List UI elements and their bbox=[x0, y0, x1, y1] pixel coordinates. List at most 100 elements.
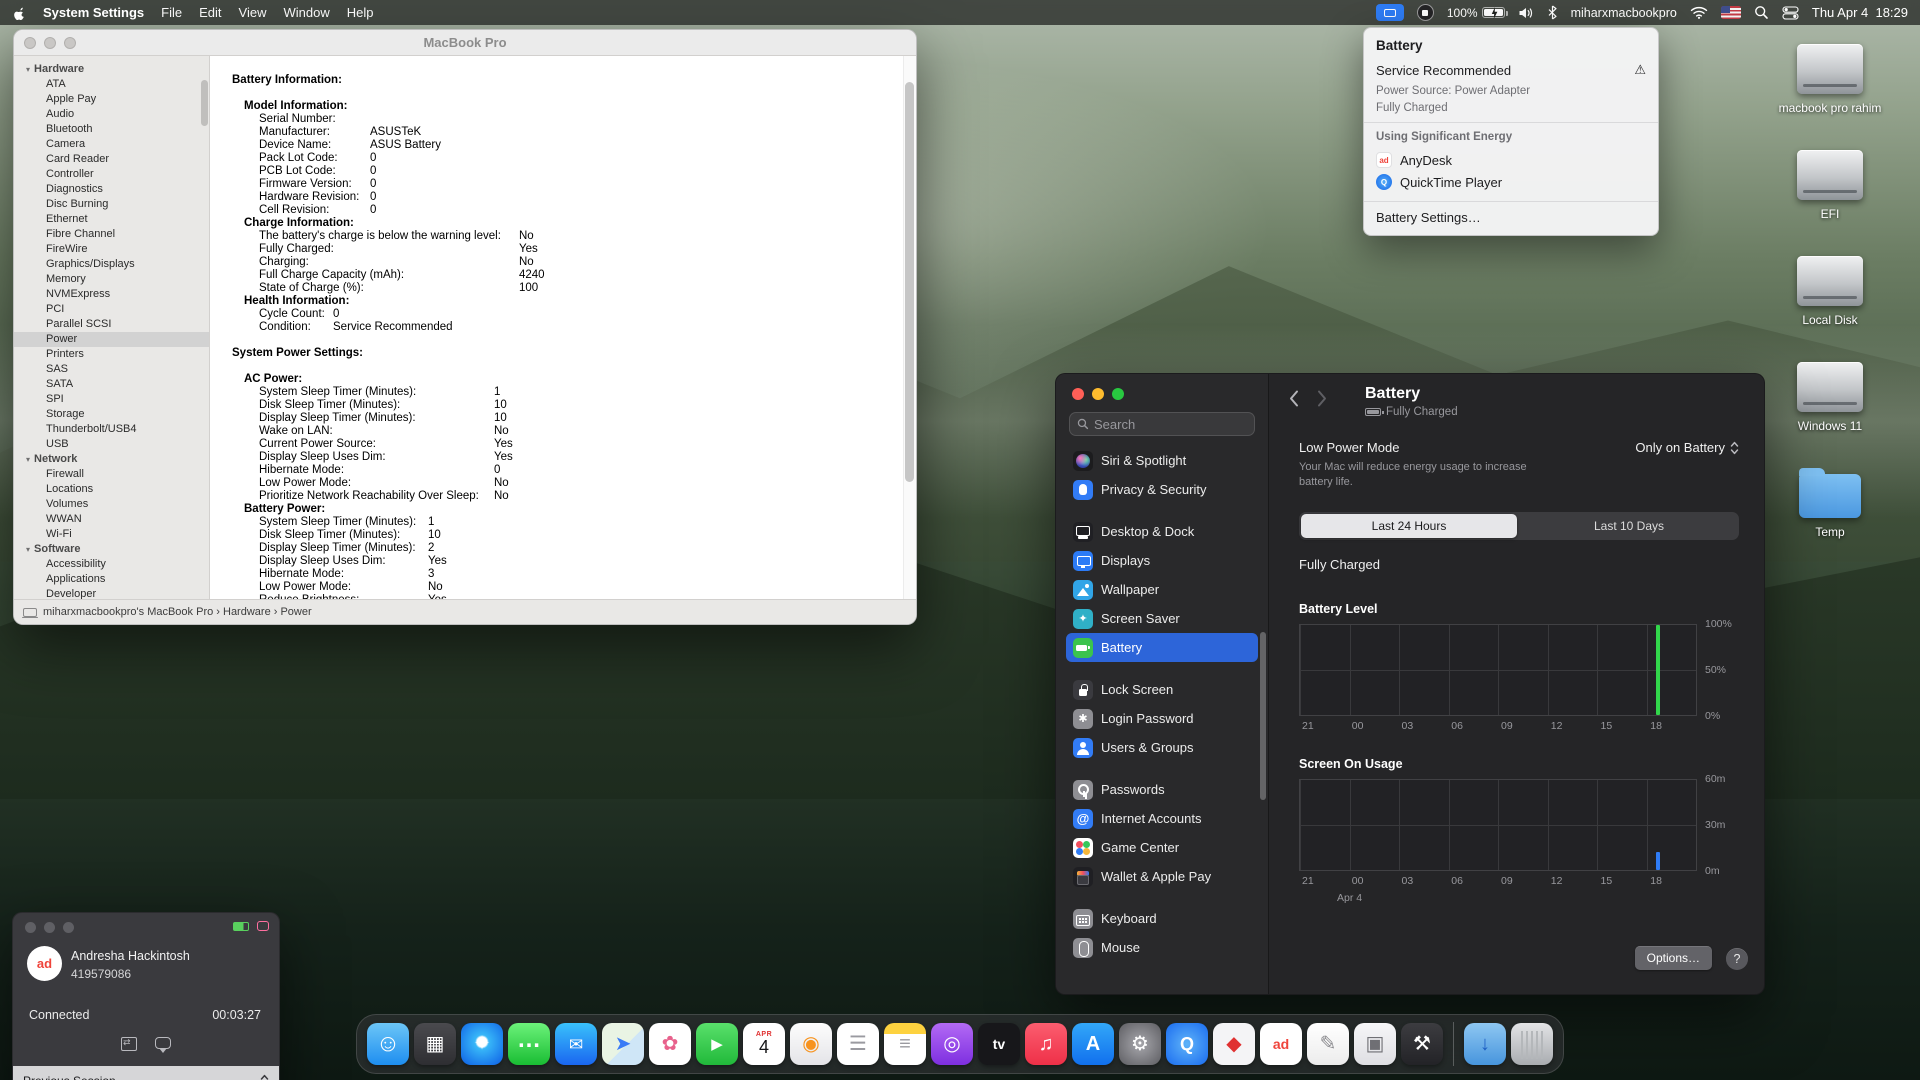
close-button[interactable] bbox=[1072, 388, 1084, 400]
back-button[interactable] bbox=[1289, 390, 1299, 407]
desktop-icon-temp[interactable]: Temp bbox=[1799, 468, 1861, 540]
scrollbar-thumb[interactable] bbox=[905, 82, 914, 482]
sysinfo-item-parallel-scsi[interactable]: Parallel SCSI bbox=[14, 317, 209, 332]
menu-bar-clock[interactable]: Thu Apr 4 18:29 bbox=[1812, 5, 1908, 20]
sysinfo-item-locations[interactable]: Locations bbox=[14, 482, 209, 497]
sysinfo-item-developer[interactable]: Developer bbox=[14, 587, 209, 599]
energy-app-quicktime-player[interactable]: Q QuickTime Player bbox=[1376, 171, 1646, 193]
dock-item-downloads[interactable]: ↓ bbox=[1464, 1023, 1506, 1065]
sysinfo-item-audio[interactable]: Audio bbox=[14, 107, 209, 122]
dock-item-notes[interactable]: ≡ bbox=[884, 1023, 926, 1065]
sysinfo-item-pci[interactable]: PCI bbox=[14, 302, 209, 317]
dock-item-textedit[interactable]: ✎ bbox=[1307, 1023, 1349, 1065]
menubar-menu-window[interactable]: Window bbox=[283, 5, 329, 20]
settings-sidebar-item-screen-saver[interactable]: Screen Saver bbox=[1066, 604, 1258, 633]
sysinfo-titlebar[interactable]: MacBook Pro bbox=[14, 30, 916, 56]
sysinfo-item-usb[interactable]: USB bbox=[14, 437, 209, 452]
dock-item-launchpad[interactable]: ▦ bbox=[414, 1023, 456, 1065]
forward-button[interactable] bbox=[1317, 390, 1327, 407]
options-button[interactable]: Options… bbox=[1634, 946, 1712, 970]
dock-item-photos[interactable]: ✿ bbox=[649, 1023, 691, 1065]
menubar-menu-edit[interactable]: Edit bbox=[199, 5, 221, 20]
settings-sidebar-item-privacy-security[interactable]: Privacy & Security bbox=[1066, 475, 1258, 504]
settings-sidebar-item-passwords[interactable]: Passwords bbox=[1066, 775, 1258, 804]
sysinfo-item-graphics-displays[interactable]: Graphics/Displays bbox=[14, 257, 209, 272]
settings-sidebar-item-displays[interactable]: Displays bbox=[1066, 546, 1258, 575]
sysinfo-item-sas[interactable]: SAS bbox=[14, 362, 209, 377]
dock-item-reminders[interactable]: ☰ bbox=[837, 1023, 879, 1065]
zoom-button[interactable] bbox=[1112, 388, 1124, 400]
sysinfo-item-bluetooth[interactable]: Bluetooth bbox=[14, 122, 209, 137]
hostname-label[interactable]: miharxmacbookpro bbox=[1571, 6, 1677, 20]
sysinfo-item-camera[interactable]: Camera bbox=[14, 137, 209, 152]
sysinfo-item-spi[interactable]: SPI bbox=[14, 392, 209, 407]
apple-logo-icon[interactable] bbox=[12, 5, 26, 21]
settings-sidebar-item-users-groups[interactable]: Users & Groups bbox=[1066, 733, 1258, 762]
sysinfo-item-apple-pay[interactable]: Apple Pay bbox=[14, 92, 209, 107]
sysinfo-item-memory[interactable]: Memory bbox=[14, 272, 209, 287]
sidebar-scrollbar[interactable] bbox=[1260, 632, 1266, 800]
dock-item-mail[interactable]: ✉ bbox=[555, 1023, 597, 1065]
menubar-menu-file[interactable]: File bbox=[161, 5, 182, 20]
dock-item-app-store[interactable]: A bbox=[1072, 1023, 1114, 1065]
sysinfo-item-ata[interactable]: ATA bbox=[14, 77, 209, 92]
dock-item-anydesk[interactable]: ad bbox=[1260, 1023, 1302, 1065]
minimize-button[interactable] bbox=[1092, 388, 1104, 400]
sysinfo-item-fibre-channel[interactable]: Fibre Channel bbox=[14, 227, 209, 242]
sysinfo-item-wwan[interactable]: WWAN bbox=[14, 512, 209, 527]
sysinfo-item-storage[interactable]: Storage bbox=[14, 407, 209, 422]
menubar-menu-help[interactable]: Help bbox=[347, 5, 374, 20]
spotlight-search-icon[interactable] bbox=[1754, 5, 1769, 20]
dock-item-music[interactable]: ♫ bbox=[1025, 1023, 1067, 1065]
file-transfer-icon[interactable] bbox=[121, 1037, 137, 1051]
dock-item-preview[interactable]: ▣ bbox=[1354, 1023, 1396, 1065]
energy-app-anydesk[interactable]: ad AnyDesk bbox=[1376, 149, 1646, 171]
sysinfo-item-diagnostics[interactable]: Diagnostics bbox=[14, 182, 209, 197]
control-center-icon[interactable] bbox=[1782, 5, 1799, 20]
chat-notification-icon[interactable] bbox=[257, 921, 269, 931]
sysinfo-item-thunderbolt-usb4[interactable]: Thunderbolt/USB4 bbox=[14, 422, 209, 437]
dock-item-maps[interactable]: ➤ bbox=[602, 1023, 644, 1065]
battery-settings-menu-item[interactable]: Battery Settings… bbox=[1376, 210, 1646, 225]
desktop-icon-local-disk[interactable]: Local Disk bbox=[1797, 256, 1863, 328]
settings-sidebar-item-game-center[interactable]: Game Center bbox=[1066, 833, 1258, 862]
screen-sharing-indicator[interactable] bbox=[1375, 4, 1404, 21]
dock-item-tv[interactable]: tv bbox=[978, 1023, 1020, 1065]
close-button[interactable] bbox=[25, 922, 36, 933]
input-source-us-flag-icon[interactable] bbox=[1720, 6, 1741, 19]
help-button[interactable]: ? bbox=[1726, 948, 1748, 970]
dock-item-facetime[interactable]: ▶ bbox=[696, 1023, 738, 1065]
desktop-icon-efi[interactable]: EFI bbox=[1797, 150, 1863, 222]
sysinfo-item-accessibility[interactable]: Accessibility bbox=[14, 557, 209, 572]
settings-sidebar-item-keyboard[interactable]: Keyboard bbox=[1066, 904, 1258, 933]
sysinfo-item-power[interactable]: Power bbox=[14, 332, 209, 347]
sysinfo-item-applications[interactable]: Applications bbox=[14, 572, 209, 587]
dock-item-dvd[interactable]: ◆ bbox=[1213, 1023, 1255, 1065]
settings-sidebar-item-login-password[interactable]: Login Password bbox=[1066, 704, 1258, 733]
active-app-name[interactable]: System Settings bbox=[43, 5, 144, 20]
settings-sidebar-item-lock-screen[interactable]: Lock Screen bbox=[1066, 675, 1258, 704]
sysinfo-item-wi-fi[interactable]: Wi-Fi bbox=[14, 527, 209, 542]
session-dropdown[interactable]: Previous Session bbox=[13, 1066, 279, 1080]
desktop-icon-windows-11[interactable]: Windows 11 bbox=[1797, 362, 1863, 434]
tab-last-24-hours[interactable]: Last 24 Hours bbox=[1301, 513, 1517, 538]
sysinfo-item-sata[interactable]: SATA bbox=[14, 377, 209, 392]
sysinfo-item-printers[interactable]: Printers bbox=[14, 347, 209, 362]
chat-icon[interactable] bbox=[155, 1037, 171, 1053]
battery-status-menu[interactable]: 100% bbox=[1447, 6, 1508, 20]
sysinfo-item-firewall[interactable]: Firewall bbox=[14, 467, 209, 482]
sysinfo-item-firewire[interactable]: FireWire bbox=[14, 242, 209, 257]
dock-item-utilities[interactable]: ⚒ bbox=[1401, 1023, 1443, 1065]
volume-icon[interactable] bbox=[1518, 6, 1534, 20]
settings-search-input[interactable]: Search bbox=[1069, 412, 1255, 436]
sysinfo-item-controller[interactable]: Controller bbox=[14, 167, 209, 182]
sysinfo-group-network[interactable]: ▾ Network bbox=[14, 452, 209, 467]
sysinfo-item-volumes[interactable]: Volumes bbox=[14, 497, 209, 512]
settings-sidebar-item-desktop-dock[interactable]: Desktop & Dock bbox=[1066, 517, 1258, 546]
sysinfo-item-card-reader[interactable]: Card Reader bbox=[14, 152, 209, 167]
settings-sidebar-item-siri-spotlight[interactable]: Siri & Spotlight bbox=[1066, 446, 1258, 475]
stop-screen-recording-button[interactable] bbox=[1416, 4, 1434, 21]
settings-sidebar-item-internet-accounts[interactable]: Internet Accounts bbox=[1066, 804, 1258, 833]
sysinfo-group-software[interactable]: ▾ Software bbox=[14, 542, 209, 557]
dock-item-photo-booth[interactable]: ◉ bbox=[790, 1023, 832, 1065]
